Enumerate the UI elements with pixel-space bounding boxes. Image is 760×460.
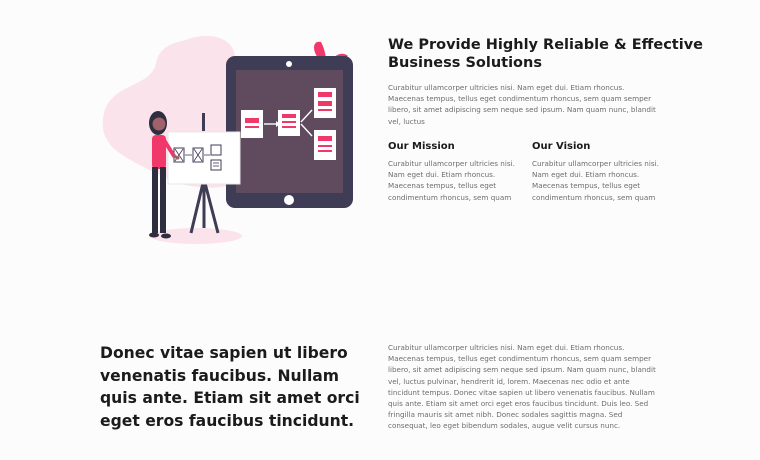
tablet-icon bbox=[226, 56, 353, 208]
vision-title: Our Vision bbox=[532, 141, 591, 152]
feature-heading: Donec vitae sapien ut libero venenatis f… bbox=[100, 344, 360, 430]
vision-text: Curabitur ullamcorper ultricies nisi. Na… bbox=[532, 159, 659, 202]
feature-paragraph: Curabitur ullamcorper ultricies nisi. Na… bbox=[388, 343, 656, 431]
business-illustration bbox=[102, 35, 353, 244]
section-heading: We Provide Highly Reliable & Effective B… bbox=[388, 37, 703, 71]
mission-text: Curabitur ullamcorper ultricies nisi. Na… bbox=[388, 159, 515, 202]
mission-title: Our Mission bbox=[388, 141, 455, 152]
intro-paragraph: Curabitur ullamcorper ultricies nisi. Na… bbox=[388, 83, 656, 126]
